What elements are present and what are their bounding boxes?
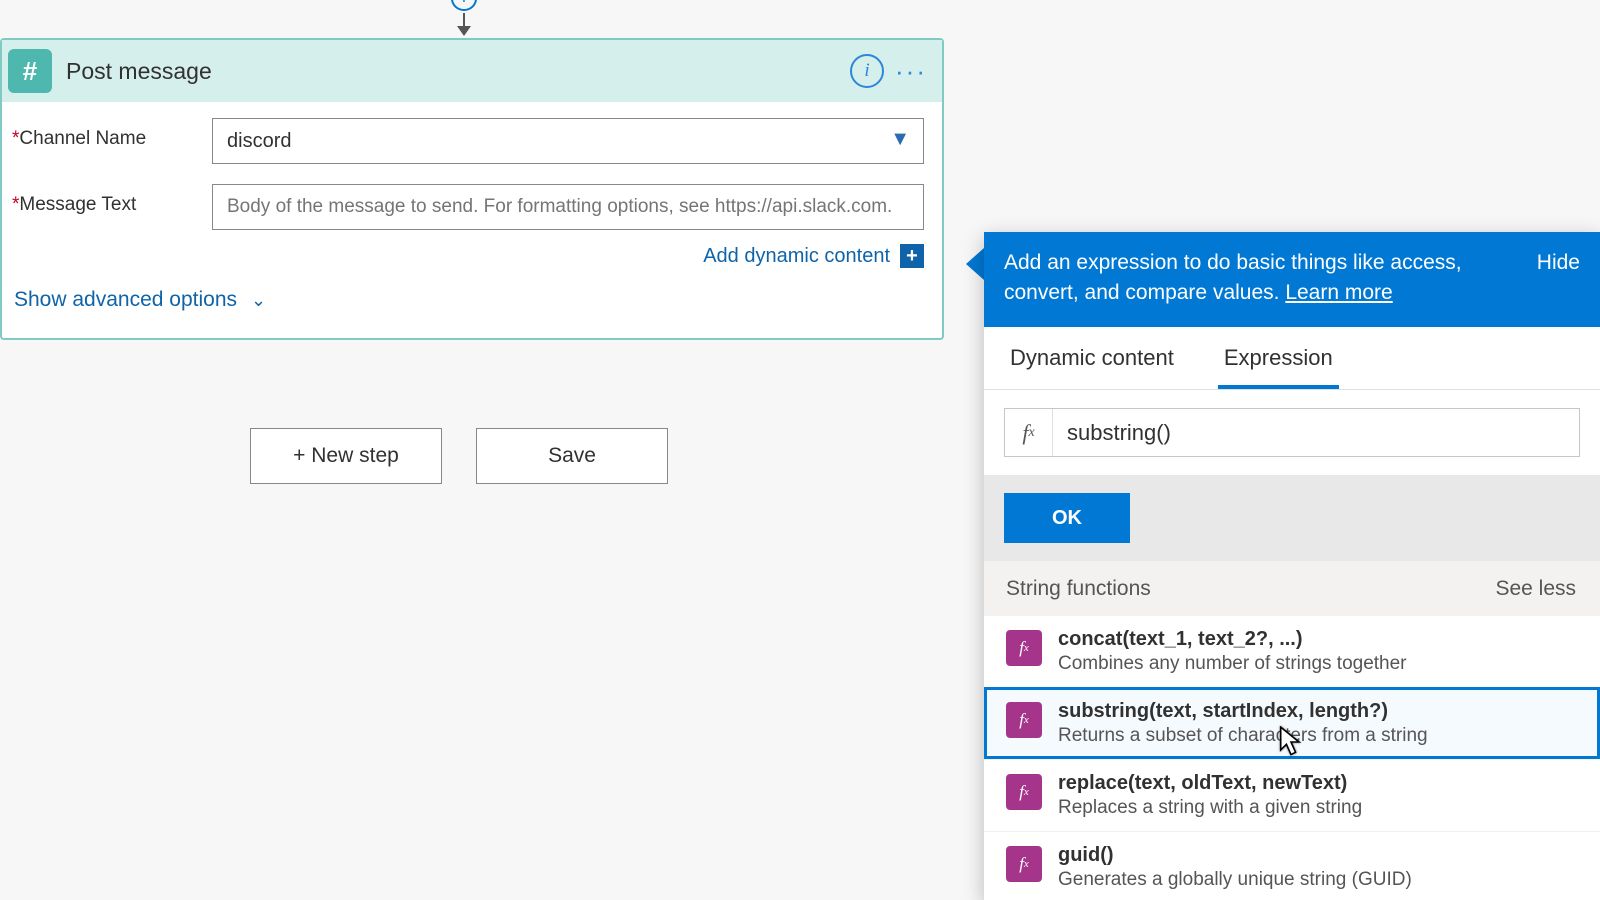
tab-dynamic-content[interactable]: Dynamic content [1004,327,1180,389]
show-advanced-options-toggle[interactable]: Show advanced options ⌄ [12,282,924,316]
save-button[interactable]: Save [476,428,668,484]
function-item[interactable]: fx concat(text_1, text_2?, ...)Combines a… [984,615,1600,687]
action-card-title: Post message [66,58,840,85]
add-dynamic-content-plus-icon[interactable]: + [900,244,924,268]
more-icon[interactable]: ··· [894,54,928,88]
info-icon[interactable]: i [850,54,884,88]
add-step-node-icon[interactable]: + [451,0,477,11]
channel-name-label: *Channel Name [12,118,212,150]
function-item[interactable]: fx guid()Generates a globally unique stri… [984,831,1600,900]
action-card-post-message: # Post message i ··· *Channel Name ▼ *Me… [0,38,944,340]
ok-button[interactable]: OK [1004,493,1130,543]
flow-connector: + [434,0,494,36]
see-less-link[interactable]: See less [1495,577,1576,601]
new-step-button[interactable]: + New step [250,428,442,484]
dynamic-content-flyout: Add an expression to do basic things lik… [984,232,1600,900]
slack-icon: # [8,49,52,93]
flyout-banner-text: Add an expression to do basic things lik… [1004,251,1462,304]
function-item[interactable]: fx substring(text, startIndex, length?)Re… [984,687,1600,759]
function-list: fx concat(text_1, text_2?, ...)Combines a… [984,615,1600,900]
message-text-input[interactable] [212,184,924,230]
expression-input-row: fx [1004,408,1580,457]
show-advanced-options-label: Show advanced options [14,288,237,312]
function-signature: guid() [1058,844,1412,867]
function-group-header[interactable]: String functions See less [984,561,1600,615]
fx-icon: fx [1005,409,1053,456]
chevron-down-icon: ⌄ [251,290,266,311]
channel-name-select[interactable] [212,118,924,164]
message-text-label: *Message Text [12,184,212,216]
fx-icon: fx [1006,774,1042,810]
flyout-banner: Add an expression to do basic things lik… [984,232,1600,327]
function-description: Combines any number of strings together [1058,653,1407,675]
expression-input[interactable] [1053,420,1579,446]
fx-icon: fx [1006,846,1042,882]
function-signature: substring(text, startIndex, length?) [1058,700,1428,723]
function-signature: replace(text, oldText, newText) [1058,772,1362,795]
hide-flyout-button[interactable]: Hide [1537,248,1580,278]
action-card-header[interactable]: # Post message i ··· [2,40,942,102]
fx-icon: fx [1006,702,1042,738]
designer-footer-buttons: + New step Save [250,428,668,484]
function-item[interactable]: fx replace(text, oldText, newText)Replace… [984,759,1600,831]
add-dynamic-content-link[interactable]: Add dynamic content [703,245,890,268]
tab-expression[interactable]: Expression [1218,327,1339,389]
fx-icon: fx [1006,630,1042,666]
function-description: Generates a globally unique string (GUID… [1058,869,1412,891]
function-description: Returns a subset of characters from a st… [1058,725,1428,747]
function-description: Replaces a string with a given string [1058,797,1362,819]
flyout-pointer [966,248,984,280]
function-signature: concat(text_1, text_2?, ...) [1058,628,1407,651]
function-group-title: String functions [1006,577,1151,601]
learn-more-link[interactable]: Learn more [1285,281,1392,304]
